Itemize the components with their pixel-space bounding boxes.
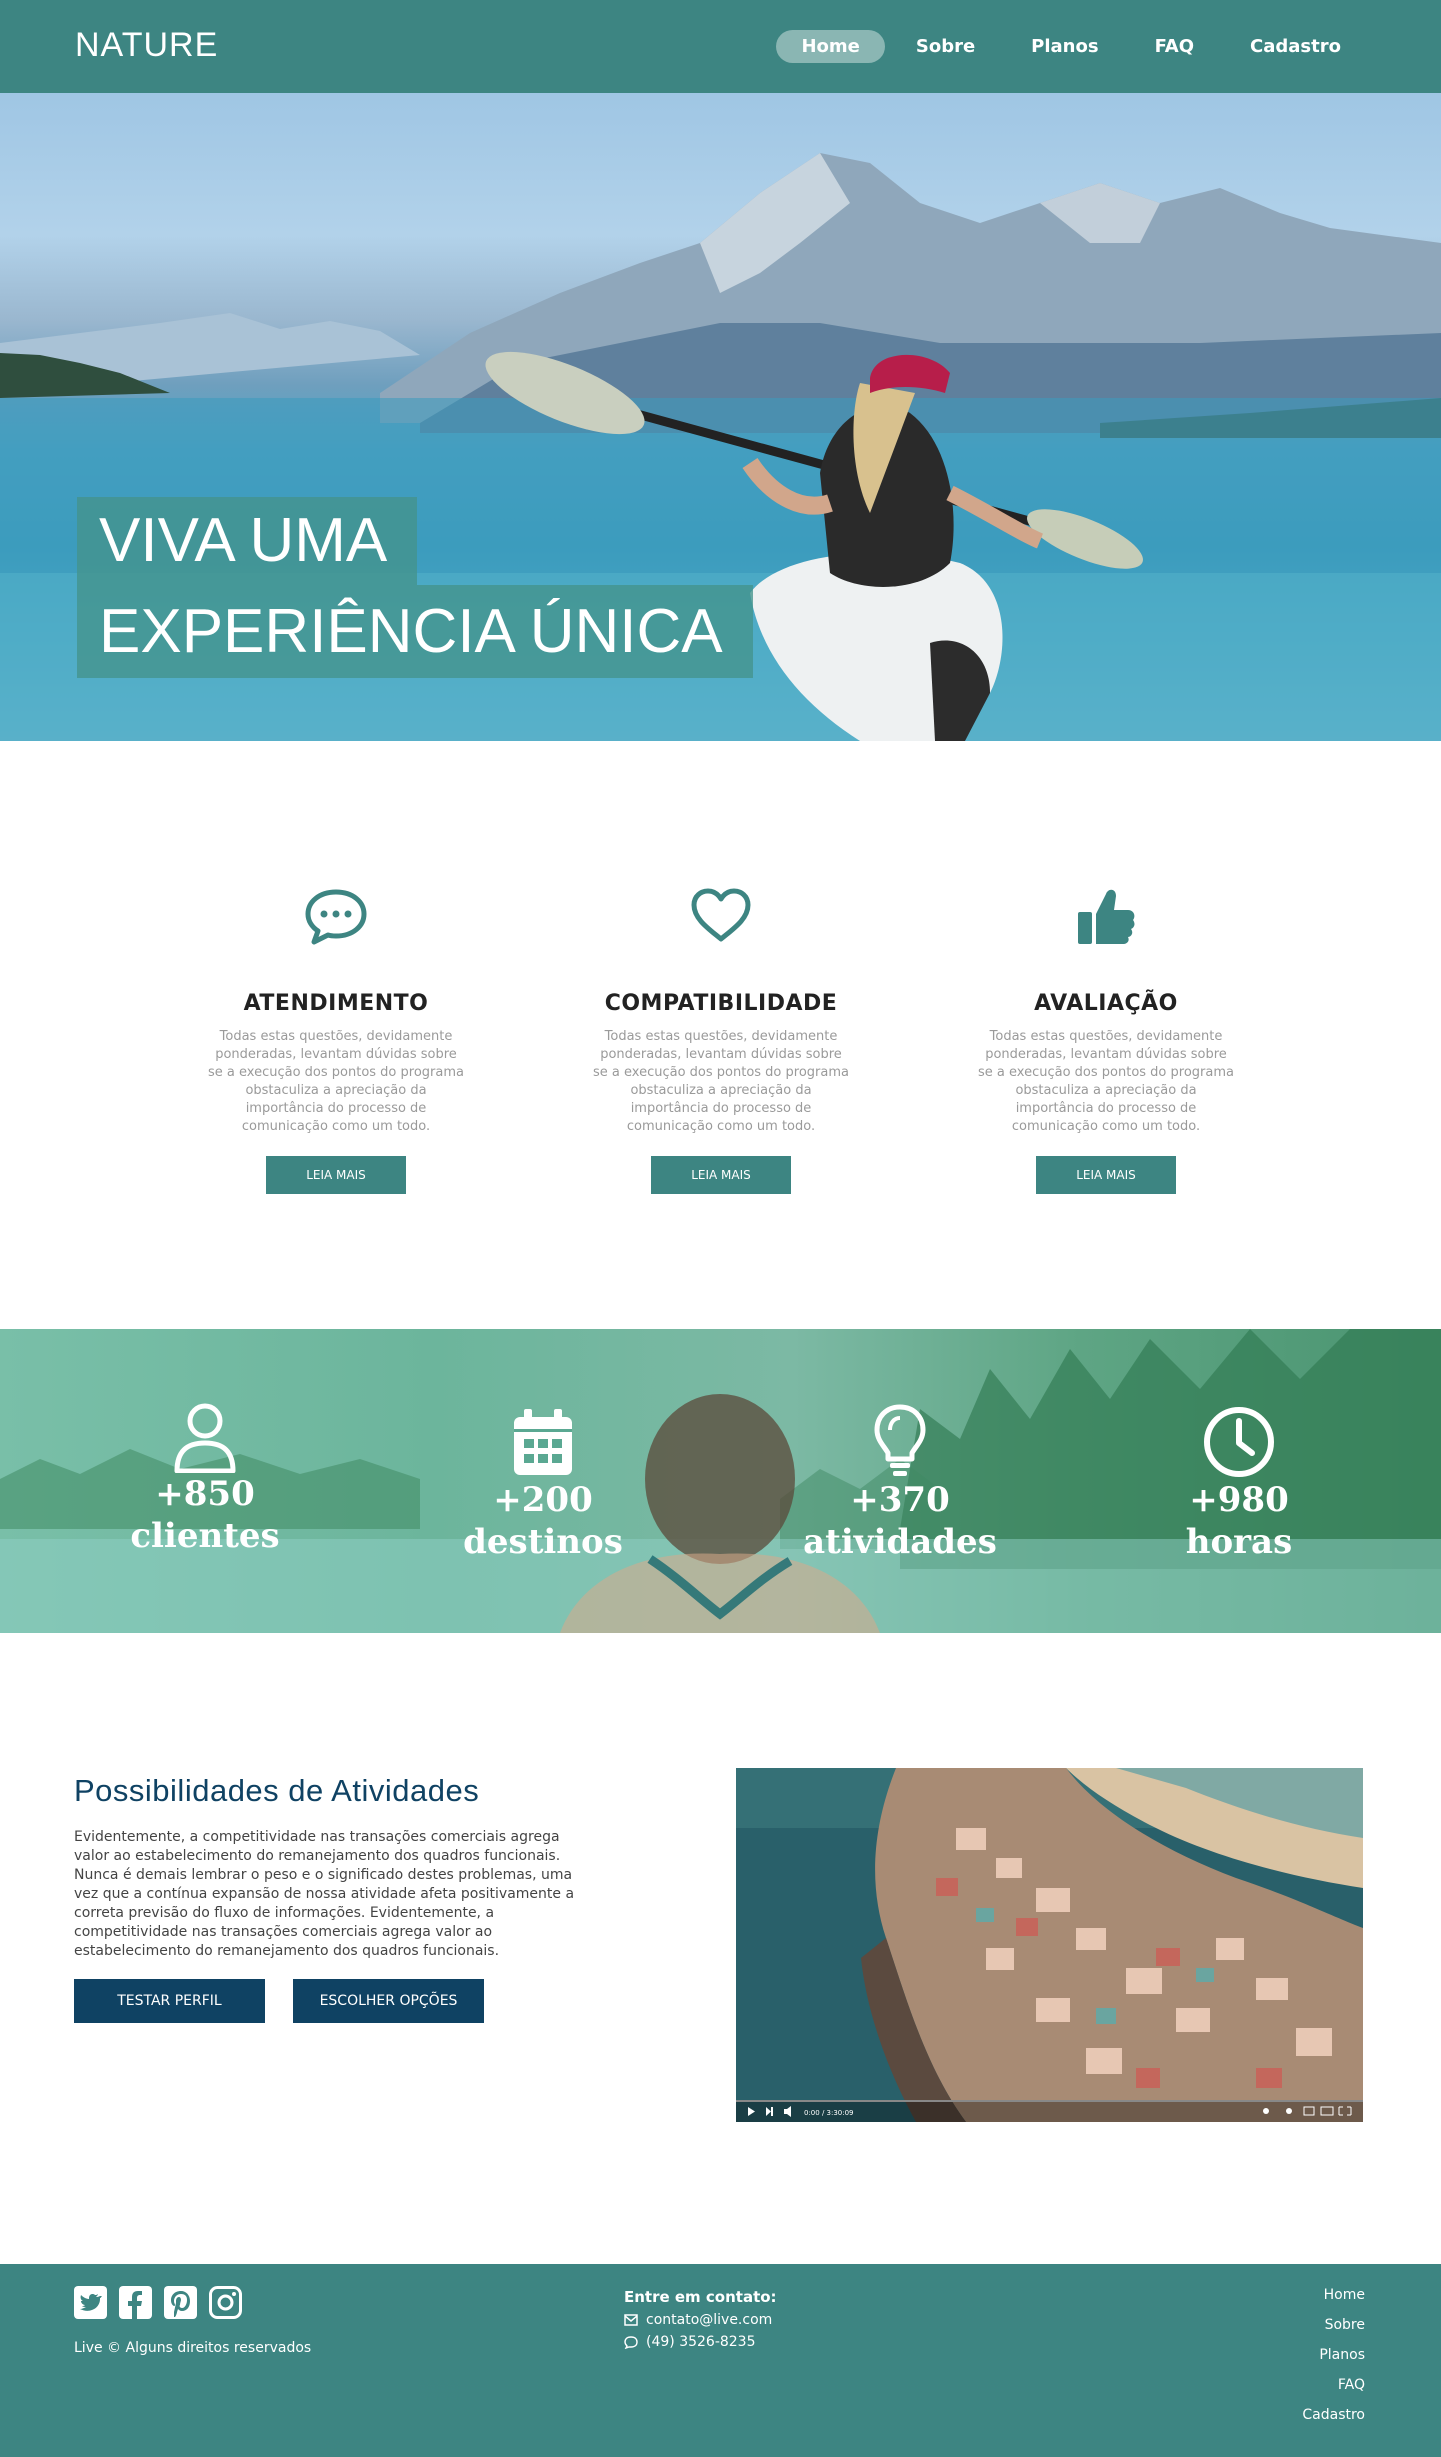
activities-text: Evidentemente, a competitividade nas tra…: [74, 1829, 575, 1959]
stats-section: +850 clientes +200 destinos +370 ativida…: [0, 1329, 1441, 1633]
stat-label: destinos: [463, 1522, 623, 1562]
stat-horas: +980 horas: [1129, 1401, 1349, 1563]
footer-link-planos[interactable]: Planos: [1302, 2340, 1365, 2370]
contact-phone-row: (49) 3526-8235: [624, 2334, 777, 2350]
stat-number: +200: [493, 1480, 593, 1520]
footer-link-sobre[interactable]: Sobre: [1302, 2310, 1365, 2340]
stat-clientes: +850 clientes: [95, 1395, 315, 1557]
feature-title: ATENDIMENTO: [243, 991, 429, 1016]
video-thumbnail: [736, 1768, 1363, 2122]
logo[interactable]: NATURE: [75, 26, 218, 65]
facebook-icon[interactable]: [119, 2286, 152, 2319]
play-icon: [748, 2107, 755, 2116]
calendar-icon: [433, 1401, 653, 1479]
stat-label: clientes: [130, 1516, 280, 1556]
footer-link-cadastro[interactable]: Cadastro: [1302, 2400, 1365, 2430]
envelope-icon: [624, 2314, 638, 2326]
thumbs-up-icon: [976, 881, 1236, 951]
read-more-button[interactable]: LEIA MAIS: [651, 1156, 791, 1194]
clock-icon: [1129, 1401, 1349, 1479]
video-controls[interactable]: 0:00 / 3:30:09: [736, 2100, 1363, 2122]
nav-item-planos[interactable]: Planos: [1006, 30, 1123, 63]
stat-label: horas: [1185, 1522, 1293, 1562]
nav-item-sobre[interactable]: Sobre: [891, 30, 1000, 63]
copyright-text: Live © Alguns direitos reservados: [74, 2340, 312, 2356]
hero-title-line1: VIVA UMA: [77, 497, 418, 585]
feature-text: Todas estas questões, devidamente ponder…: [593, 1029, 849, 1134]
contact-block: Entre em contato: contato@live.com (49) …: [624, 2288, 777, 2350]
top-navbar: NATURE Home Sobre Planos FAQ Cadastro: [0, 0, 1441, 93]
stat-number: +980: [1189, 1480, 1289, 1520]
feature-card-compatibilidade: COMPATIBILIDADE Todas estas questões, de…: [591, 881, 851, 1194]
next-icon: [766, 2107, 771, 2116]
read-more-button[interactable]: LEIA MAIS: [1036, 1156, 1176, 1194]
contact-phone: (49) 3526-8235: [646, 2334, 756, 2350]
instagram-icon[interactable]: [209, 2286, 242, 2319]
activities-section: Possibilidades de Atividades Evidentemen…: [0, 1633, 1441, 2264]
stat-number: +370: [850, 1480, 950, 1520]
footer-link-home[interactable]: Home: [1302, 2280, 1365, 2310]
chat-bubble-icon: [206, 881, 466, 951]
social-links: [74, 2286, 254, 2319]
twitter-icon[interactable]: [74, 2286, 107, 2319]
stat-number: +850: [155, 1474, 255, 1514]
feature-text: Todas estas questões, devidamente ponder…: [208, 1029, 464, 1134]
contact-title: Entre em contato:: [624, 2288, 777, 2306]
stat-atividades: +370 atividades: [790, 1401, 1010, 1563]
stat-label: atividades: [803, 1522, 997, 1562]
nav-item-home[interactable]: Home: [776, 30, 885, 63]
footer-links: Home Sobre Planos FAQ Cadastro: [1302, 2280, 1365, 2430]
features-section: ATENDIMENTO Todas estas questões, devida…: [0, 741, 1441, 1329]
footer-link-faq[interactable]: FAQ: [1302, 2370, 1365, 2400]
volume-icon: [784, 2106, 791, 2117]
activities-title: Possibilidades de Atividades: [74, 1773, 480, 1808]
feature-card-atendimento: ATENDIMENTO Todas estas questões, devida…: [206, 881, 466, 1194]
nav-menu: Home Sobre Planos FAQ Cadastro: [770, 30, 1366, 63]
nav-item-cadastro[interactable]: Cadastro: [1225, 30, 1366, 63]
feature-text: Todas estas questões, devidamente ponder…: [978, 1029, 1234, 1134]
footer: Live © Alguns direitos reservados Entre …: [0, 2264, 1441, 2457]
video-player[interactable]: 0:00 / 3:30:09: [736, 1768, 1363, 2122]
stat-destinos: +200 destinos: [433, 1401, 653, 1563]
video-time: 0:00 / 3:30:09: [804, 2109, 854, 2117]
hero-title-line2: EXPERIÊNCIA ÚNICA: [77, 585, 753, 678]
hero-banner: VIVA UMA EXPERIÊNCIA ÚNICA: [0, 93, 1441, 741]
pinterest-icon[interactable]: [164, 2286, 197, 2319]
test-profile-button[interactable]: TESTAR PERFIL: [74, 1979, 265, 2023]
contact-email[interactable]: contato@live.com: [646, 2312, 772, 2328]
nav-item-faq[interactable]: FAQ: [1130, 30, 1219, 63]
feature-title: COMPATIBILIDADE: [604, 991, 838, 1016]
feature-card-avaliacao: AVALIAÇÃO Todas estas questões, devidame…: [976, 881, 1236, 1194]
user-icon: [95, 1395, 315, 1473]
heart-icon: [591, 881, 851, 951]
chat-bubble-icon: [624, 2335, 638, 2349]
choose-options-button[interactable]: ESCOLHER OPÇÕES: [293, 1979, 484, 2023]
feature-title: AVALIAÇÃO: [1034, 991, 1178, 1016]
read-more-button[interactable]: LEIA MAIS: [266, 1156, 406, 1194]
lightbulb-icon: [790, 1401, 1010, 1479]
contact-email-row[interactable]: contato@live.com: [624, 2312, 777, 2328]
